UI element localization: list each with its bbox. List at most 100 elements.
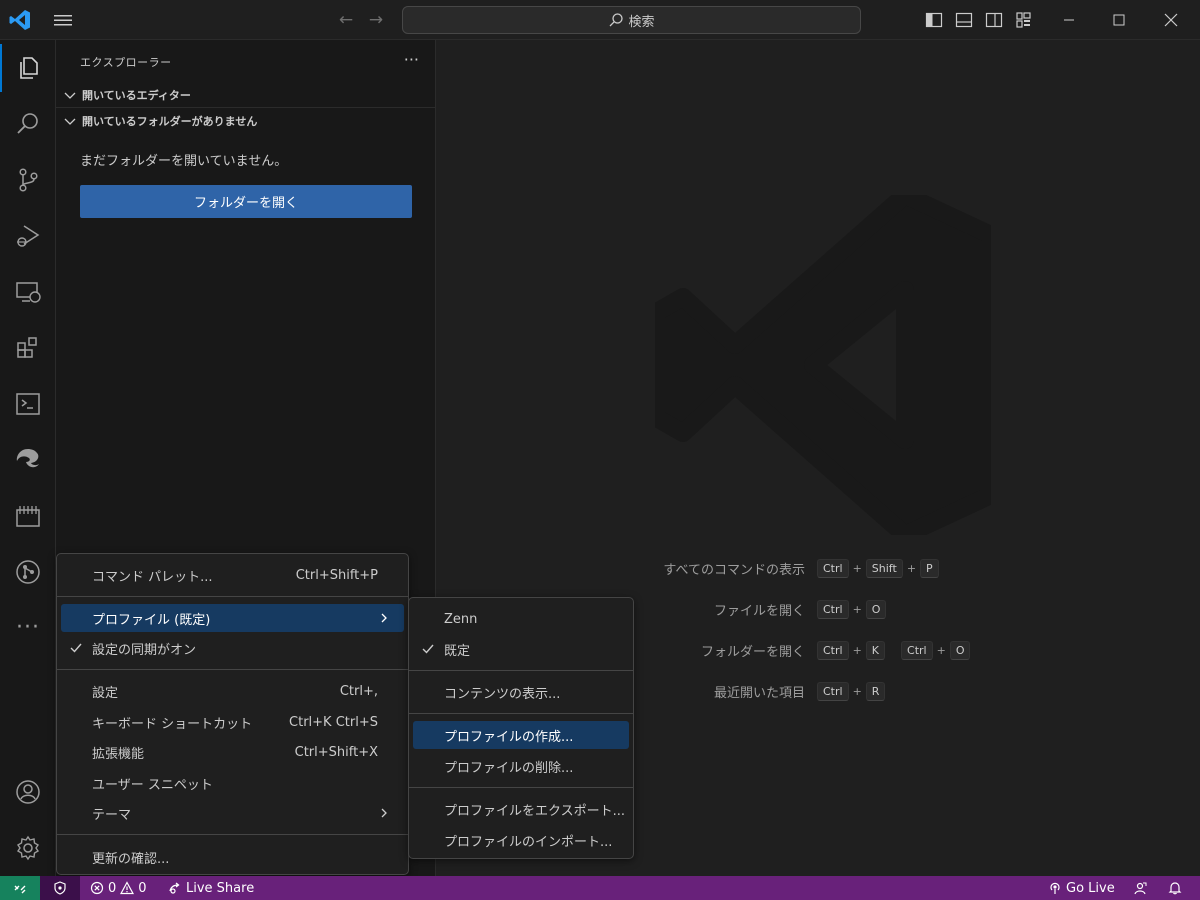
checkmark-icon (422, 644, 434, 654)
security-indicator[interactable] (40, 876, 80, 900)
customize-layout-icon[interactable] (1014, 10, 1034, 30)
git-graph-activity[interactable] (0, 548, 56, 596)
warning-count: 0 (138, 880, 147, 896)
run-debug-activity[interactable] (0, 212, 56, 260)
feedback-icon (1134, 882, 1147, 895)
shortcut-keys: Ctrl + K Ctrl + O (817, 640, 971, 660)
menu-item-shortcut: Ctrl+Shift+X (294, 744, 378, 760)
empty-folder-message: まだフォルダーを開いていません。 (80, 154, 288, 169)
timeline-activity[interactable] (0, 492, 56, 540)
go-live-button[interactable]: Go Live (1048, 876, 1115, 900)
no-folder-section[interactable]: 開いているフォルダーがありません (56, 110, 436, 132)
section-divider (56, 107, 436, 108)
extensions-activity[interactable] (0, 324, 56, 372)
explorer-activity[interactable] (0, 44, 56, 92)
live-share-button[interactable]: Live Share (168, 876, 254, 900)
status-bar: 0 0 Live Share Go Live (0, 876, 1200, 900)
forward-arrow-icon[interactable]: → (366, 10, 386, 30)
command-center-search[interactable]: 検索 (402, 6, 861, 34)
menu-item-user-snippets[interactable]: ユーザー スニペット (61, 769, 404, 797)
minimize-icon (1064, 19, 1074, 21)
live-share-label: Live Share (186, 880, 255, 896)
edge-icon (16, 449, 39, 468)
remote-explorer-activity[interactable] (0, 268, 56, 316)
edge-devtools-activity[interactable] (0, 436, 56, 484)
menu-item-settings[interactable]: 設定 Ctrl+, (61, 677, 404, 705)
open-folder-button[interactable]: フォルダーを開く (80, 185, 412, 218)
menu-item-export-profile[interactable]: プロファイルをエクスポート... (413, 795, 629, 823)
menu-item-profile-zenn[interactable]: Zenn (413, 605, 629, 633)
menu-item-keyboard-shortcuts[interactable]: キーボード ショートカット Ctrl+K Ctrl+S (61, 708, 404, 736)
manage-menu: コマンド パレット... Ctrl+Shift+P プロファイル (既定) 設定… (56, 553, 409, 875)
chevron-right-icon (381, 808, 387, 818)
remote-icon (14, 885, 26, 894)
menu-item-theme[interactable]: テーマ (61, 799, 404, 827)
problems-indicator[interactable]: 0 0 (90, 876, 147, 900)
key: Ctrl (817, 640, 849, 660)
run-debug-icon (17, 225, 40, 247)
error-icon (90, 881, 104, 895)
title-bar: ← → 検索 (0, 0, 1200, 40)
search-label: 検索 (628, 14, 655, 30)
toggle-primary-sidebar-icon[interactable] (924, 10, 944, 30)
menu-separator (57, 669, 408, 670)
maximize-button[interactable] (1094, 0, 1144, 40)
warning-icon (120, 881, 135, 895)
error-count: 0 (108, 880, 117, 896)
notifications-button[interactable] (1168, 876, 1182, 900)
key: Shift (865, 558, 903, 578)
menu-item-extensions[interactable]: 拡張機能 Ctrl+Shift+X (61, 738, 404, 766)
menu-item-profile[interactable]: プロファイル (既定) (61, 604, 404, 632)
menu-item-label: プロファイル (既定) (92, 612, 211, 628)
key: Ctrl (817, 558, 849, 578)
search-activity[interactable] (0, 100, 56, 148)
accounts-activity[interactable] (0, 768, 56, 816)
search-icon (610, 13, 624, 27)
key: O (949, 640, 971, 660)
menu-separator (409, 670, 633, 671)
menu-item-label: プロファイルをエクスポート... (444, 803, 626, 819)
menu-item-label: コマンド パレット... (92, 569, 213, 585)
menu-item-profile-default[interactable]: 既定 (413, 635, 629, 663)
shortcut-keys: Ctrl + Shift + P (817, 558, 939, 578)
remote-indicator[interactable] (0, 876, 40, 900)
terminal-activity[interactable] (0, 380, 56, 428)
menu-item-label: テーマ (92, 807, 132, 823)
account-icon (16, 780, 40, 804)
sidebar-title: エクスプローラー (80, 56, 172, 69)
feedback-button[interactable] (1133, 876, 1147, 900)
section-label: 開いているフォルダーがありません (82, 115, 258, 128)
more-activities[interactable]: ··· (0, 604, 56, 652)
menu-separator (57, 834, 408, 835)
close-icon (1164, 13, 1178, 27)
close-button[interactable] (1146, 0, 1196, 40)
menu-separator (57, 596, 408, 597)
gear-icon (17, 835, 39, 861)
menu-item-command-palette[interactable]: コマンド パレット... Ctrl+Shift+P (61, 561, 404, 589)
git-graph-icon (16, 560, 40, 584)
menu-separator (409, 787, 633, 788)
back-arrow-icon[interactable]: ← (336, 10, 356, 30)
manage-activity[interactable] (0, 824, 56, 872)
open-editors-section[interactable]: 開いているエディター (56, 84, 436, 106)
search-icon (17, 113, 38, 134)
shortcut-keys: Ctrl + R (817, 681, 886, 701)
menu-item-label: 設定 (92, 685, 119, 701)
more-actions-icon[interactable]: ··· (404, 50, 419, 69)
toggle-panel-icon[interactable] (954, 10, 974, 30)
source-control-activity[interactable] (0, 156, 56, 204)
minimize-button[interactable] (1044, 0, 1094, 40)
menu-item-settings-sync[interactable]: 設定の同期がオン (61, 634, 404, 662)
menu-item-import-profile[interactable]: プロファイルのインポート... (413, 826, 629, 854)
chevron-down-icon (64, 92, 76, 99)
menu-item-label: 設定の同期がオン (92, 642, 197, 658)
menu-item-delete-profile[interactable]: プロファイルの削除... (413, 752, 629, 780)
key: Ctrl (901, 640, 933, 660)
toggle-secondary-sidebar-icon[interactable] (984, 10, 1004, 30)
key: R (865, 681, 886, 701)
menu-item-label: プロファイルのインポート... (444, 834, 613, 850)
menu-item-check-updates[interactable]: 更新の確認... (61, 843, 404, 871)
menu-item-create-profile[interactable]: プロファイルの作成... (413, 721, 629, 749)
menu-item-show-contents[interactable]: コンテンツの表示... (413, 678, 629, 706)
hamburger-menu-icon[interactable] (52, 10, 74, 30)
